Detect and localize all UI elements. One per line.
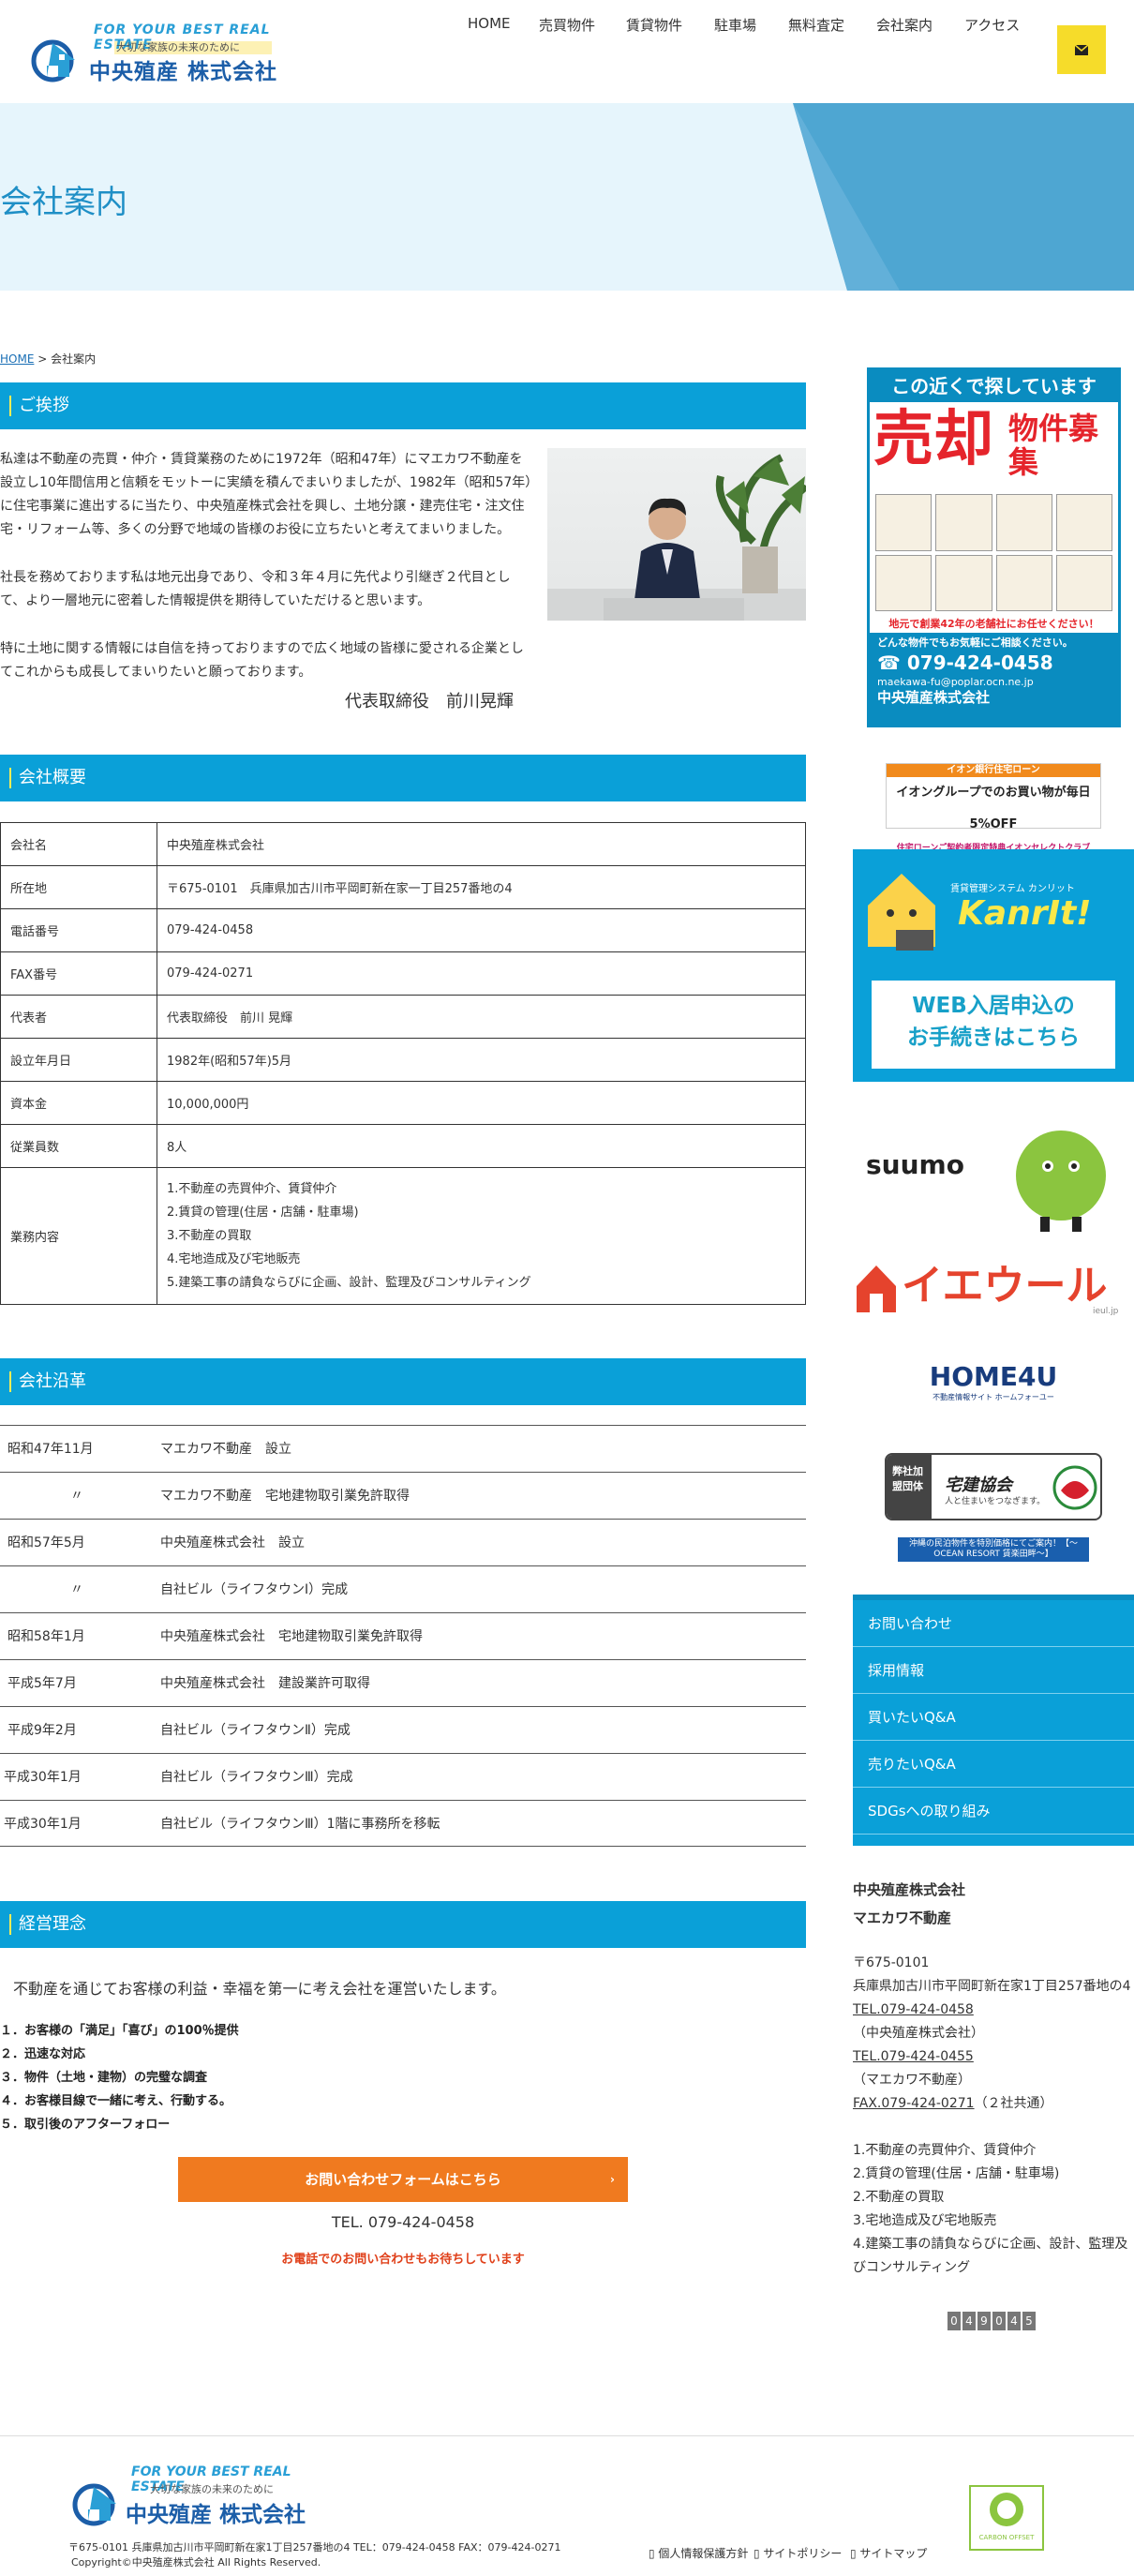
list-item: 〃マエカワ不動産 宅地建物取引業免許取得 — [0, 1472, 806, 1519]
breadcrumb-current: 会社案内 — [51, 352, 97, 366]
list-item: 平成30年1月 自社ビル（ライフタウンⅢ）1階に事務所を移転 — [0, 1800, 806, 1847]
document-icon: ▯ — [649, 2547, 659, 2560]
table-row: 所在地 〒675-0101 兵庫県加古川市平岡町新在家一丁目257番地の4 — [0, 865, 806, 909]
nav-free-appraisal[interactable]: 無料査定 — [788, 15, 844, 35]
leaf-icon — [990, 2493, 1023, 2526]
list-item: 昭和58年1月 中央殖産株式会社 宅地建物取引業免許取得 — [0, 1612, 806, 1659]
hero-decoration — [793, 103, 1134, 291]
greeting-paragraph-3: 特に土地に関する情報には自信を持っておりますので広く地域の皆様に愛される企業とし… — [0, 641, 524, 680]
document-icon: ▯ — [850, 2547, 860, 2560]
sidebar-contact-info: 〒675-0101 兵庫県加古川市平岡町新在家1丁目257番地の4 TEL.07… — [853, 1955, 1131, 2111]
list-item: 昭和57年5月 中央殖産株式会社 設立 — [0, 1519, 806, 1565]
list-item: 昭和47年11月 マエカワ不動産 設立 — [0, 1425, 806, 1472]
table-row: 資本金 10,000,000円 — [0, 1081, 806, 1125]
breadcrumb: HOME > 会社案内 — [0, 352, 97, 366]
sidebar-menu: お問い合わせ 採用情報 買いたいQ&A 売りたいQ&A SDGsへの取り組み — [853, 1595, 1134, 1846]
table-row: 業務内容 1.不動産の売買仲介、賃貸仲介 2.賃貸の管理(住居・店舗・駐車場) … — [0, 1167, 806, 1305]
sidebar-item-contact[interactable]: お問い合わせ — [853, 1600, 1134, 1647]
table-row: 会社名 中央殖産株式会社 — [0, 822, 806, 866]
sidebar-item-sell-qa[interactable]: 売りたいQ&A — [853, 1741, 1134, 1788]
footer-link-site-policy[interactable]: ▯ サイトポリシー — [754, 2545, 842, 2561]
list-item: 平成30年1月 自社ビル（ライフタウンⅢ）完成 — [0, 1753, 806, 1800]
illustration-grid — [875, 494, 1112, 611]
greeting-paragraph-2: 社長を務めております私は地元出身であり、令和３年４月に先代より引継ぎ２代目として… — [0, 570, 511, 608]
mail-button[interactable] — [1057, 25, 1106, 74]
sale-property-banner[interactable]: この近くで探しています 売却 物件募集 地元で創業42年の老舗社にお任せください… — [867, 367, 1121, 727]
page-title: 会社案内 — [0, 184, 127, 221]
visitor-counter: 0 4 9 0 4 5 — [947, 2312, 1036, 2330]
carbon-offset-badge: CARBON OFFSET — [969, 2485, 1044, 2551]
phone-icon: ☎ — [877, 651, 907, 674]
philosophy-heading: 経営理念 — [0, 1901, 806, 1948]
arrow-right-icon: › — [610, 2173, 615, 2186]
tel-link-chuo[interactable]: TEL.079-424-0458 — [853, 2002, 974, 2017]
logo-house-icon — [72, 2483, 116, 2526]
philosophy-list: １．お客様の「満足」「喜び」の100％提供 ２．迅速な対応 ３．物件（土地・建物… — [0, 2024, 239, 2132]
takken-banner[interactable]: 弊社加盟団体 宅建協会 人と住まいをつなぎます。 — [885, 1453, 1102, 1520]
footer-link-sitemap[interactable]: ▯ サイトマップ — [850, 2545, 927, 2561]
sidebar-item-sdgs[interactable]: SDGsへの取り組み — [853, 1788, 1134, 1835]
logo-company-name: 中央殖産 株式会社 — [89, 60, 278, 84]
kanrit-banner[interactable]: 賃貸管理システム カンリット KanrIt! WEB入居申込の お手続きはこちら — [853, 849, 1134, 1082]
sidebar-company-names: 中央殖産株式会社 マエカワ不動産 — [853, 1881, 966, 1926]
ieul-banner[interactable]: イエウール ieul.jp — [853, 1256, 1134, 1324]
aeon-loan-banner[interactable]: イオン銀行住宅ローン イオングループでのお買い物が毎日5%OFF 住宅ローンご契… — [886, 763, 1101, 853]
footer-address: 〒675-0101 兵庫県加古川市平岡町新在家1丁目257番地の4 TEL：07… — [68, 2541, 561, 2554]
history-heading: 会社沿革 — [0, 1358, 806, 1405]
suumo-mascot-icon — [1016, 1131, 1106, 1232]
footer-copyright: Copyright©中央殖産株式会社 All Rights Reserved. — [71, 2556, 321, 2569]
list-item: 〃自社ビル（ライフタウンⅠ）完成 — [0, 1565, 806, 1612]
philosophy-lead: 不動産を通じてお客様の利益・幸福を第一に考え会社を運営いたします。 — [13, 1980, 506, 1998]
company-overview-table: 会社名 中央殖産株式会社 所在地 〒675-0101 兵庫県加古川市平岡町新在家一丁… — [0, 822, 806, 1305]
tel-link-maekawa[interactable]: TEL.079-424-0455 — [853, 2049, 974, 2064]
document-icon: ▯ — [754, 2547, 764, 2560]
nav-access[interactable]: アクセス — [964, 15, 1020, 35]
greeting-paragraph-1: 私達は不動産の売買・仲介・賃貸業務のために1972年（昭和47年）にマエカワ不動… — [0, 452, 532, 537]
contact-tel: TEL. 079-424-0458 — [331, 2213, 475, 2231]
president-photo — [547, 448, 806, 621]
logo-subline: 大切な家族の未来のために — [116, 41, 240, 53]
nav-home[interactable]: HOME — [468, 15, 511, 32]
footer-logo[interactable]: FOR YOUR BEST REAL ESTATE 大切な家族の未来のために 中… — [66, 2464, 328, 2539]
site-footer: FOR YOUR BEST REAL ESTATE 大切な家族の未来のために 中… — [0, 2435, 1134, 2576]
takken-logo-icon — [1052, 1465, 1097, 1510]
nav-sale-properties[interactable]: 売買物件 — [539, 15, 595, 35]
contact-tel-note: お電話でのお問い合わせもお待ちしています — [281, 2253, 525, 2267]
contact-form-button[interactable]: お問い合わせフォームはこちら › — [178, 2157, 628, 2202]
table-row: 電話番号 079-424-0458 — [0, 908, 806, 952]
page-hero: 会社案内 — [0, 103, 1134, 291]
sidebar-item-buy-qa[interactable]: 買いたいQ&A — [853, 1694, 1134, 1741]
greeting-signature: 代表取締役 前川晃輝 — [345, 692, 514, 711]
breadcrumb-home[interactable]: HOME — [0, 352, 34, 366]
table-row: 設立年月日 1982年(昭和57年)5月 — [0, 1038, 806, 1082]
suumo-banner[interactable]: suumo — [853, 1116, 1134, 1237]
house-icon — [857, 1266, 896, 1312]
sidebar-business-list: 1.不動産の売買仲介、賃貸仲介 2.賃貸の管理(住居・店舗・駐車場) 2.不動産… — [853, 2143, 1128, 2275]
nav-company[interactable]: 会社案内 — [876, 15, 933, 35]
nav-parking[interactable]: 駐車場 — [714, 15, 756, 35]
footer-link-privacy[interactable]: ▯ 個人情報保護方針 — [649, 2545, 748, 2561]
table-row: 代表者 代表取締役 前川 晃輝 — [0, 995, 806, 1039]
table-row: FAX番号 079-424-0271 — [0, 951, 806, 996]
fax-link[interactable]: FAX.079-424-0271 — [853, 2096, 975, 2111]
house-mascot-icon — [868, 874, 935, 951]
nav-rental-properties[interactable]: 賃貸物件 — [626, 15, 682, 35]
sidebar-item-recruit[interactable]: 採用情報 — [853, 1647, 1134, 1694]
site-logo[interactable]: FOR YOUR BEST REAL ESTATE 大切な家族の未来のために 中… — [0, 0, 291, 94]
ocean-resort-banner[interactable]: 沖縄の民泊物件を特別価格にてご案内！【～OCEAN RESORT 賃楽田畔～】 — [898, 1537, 1089, 1562]
list-item: 平成5年7月 中央殖産株式会社 建設業許可取得 — [0, 1659, 806, 1706]
logo-house-icon — [31, 39, 75, 82]
list-item: 平成9年2月 自社ビル（ライフタウンⅡ）完成 — [0, 1706, 806, 1753]
site-header: FOR YOUR BEST REAL ESTATE 大切な家族の未来のために 中… — [0, 0, 1134, 103]
table-row: 従業員数 8人 — [0, 1124, 806, 1168]
overview-heading: 会社概要 — [0, 755, 806, 801]
home4u-banner[interactable]: HOME4U 不動産情報サイト ホームフォーユー — [923, 1361, 1064, 1404]
envelope-icon — [1075, 44, 1088, 55]
greeting-heading: ご挨拶 — [0, 382, 806, 429]
